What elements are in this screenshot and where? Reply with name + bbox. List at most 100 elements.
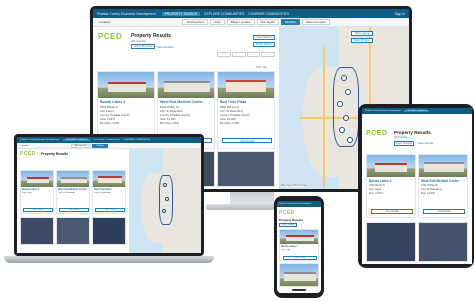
property-name[interactable]: West End Medical Center [421,179,459,183]
property-card[interactable]: Bed Time Plaza City: St Petersburg View … [92,170,126,214]
view-details-button[interactable]: View Details [222,138,272,143]
select-template-button[interactable]: Select Template [394,141,414,146]
property-name[interactable]: Bonita Lakes 4 [369,179,392,183]
save-results-link[interactable]: Save Results [157,45,173,49]
pced-logo: PCED [98,32,123,41]
view-toggle[interactable] [246,52,261,57]
pced-logo: PCED [279,210,295,216]
laptop-base [4,256,214,263]
view-details-button[interactable]: View Details [59,208,89,212]
filter-tab-4[interactable]: SiteMap [92,143,108,148]
tab-explore-communities[interactable]: EXPLORE COMMUNITIES [94,139,121,141]
results-map[interactable] [129,149,201,253]
map-pin-icon[interactable] [345,89,351,95]
top-nav: Pinellas County Economic Development PRO… [93,9,409,18]
property-name[interactable]: West End Medical Center [58,188,87,191]
property-card[interactable] [20,217,54,245]
map-pin-icon[interactable] [337,101,343,107]
save-search-button[interactable]: Save Search [253,35,275,40]
property-size: Size: 11,873 [369,192,383,195]
property-card[interactable] [418,222,468,262]
filter-bar: Location All Properties Sites Bldgs / Le… [93,18,409,27]
view-details-button[interactable]: View Details [371,209,413,214]
property-card[interactable] [92,217,126,245]
tab-compare-communities[interactable]: COMPARE COMMUNITIES [123,139,150,141]
map-pin-icon[interactable] [162,209,166,213]
property-name[interactable]: Bed Time Plaza [94,188,112,191]
property-name[interactable]: Bonita Lakes 4 [100,100,125,104]
results-count: (45 results) [131,39,147,43]
draw-polygon-button[interactable]: Draw Polygon [351,38,373,43]
top-nav: Pinellas County Economic Development PRO… [362,108,472,114]
tab-explore-communities[interactable]: EXPLORE COMMUNITIES [204,12,244,16]
filter-tab-0[interactable]: All Properties [182,19,209,25]
select-template-button[interactable]: Select Template [131,44,155,49]
property-name[interactable]: Bonita Lakes 4 [281,245,298,248]
tablet-screen: Pinellas County Economic Development PRO… [362,108,472,264]
property-city: City: Largo [369,188,382,191]
tab-compare-communities[interactable]: COMPARE COMMUNITIES [248,12,289,16]
filter-tab-5[interactable]: Sites Compare [301,19,330,25]
property-name[interactable]: Bed Time Plaza [220,100,246,104]
map-pin-icon[interactable] [347,137,353,143]
laptop-screen: Pinellas County Economic Development PRO… [17,137,201,253]
tab-property-search[interactable]: PROPERTY SEARCH [62,139,91,141]
view-details-button[interactable]: View Details [23,208,53,212]
property-card[interactable] [366,222,416,262]
property-photo [218,72,274,98]
filter-tab-0[interactable]: All Properties [70,143,91,148]
filter-tab-1[interactable]: Sites [210,19,225,25]
pced-logo: PCED [20,151,36,157]
property-city: City: Largo [281,249,291,251]
results-title: Property Results [394,130,431,135]
view-toggle[interactable] [217,52,231,57]
select-template-button[interactable]: Select Template [279,223,297,227]
property-card[interactable]: West End Medical Center City: St Petersb… [56,170,90,214]
property-card[interactable]: Bonita Lakes 4 City: Largo View Details [20,170,54,214]
property-city: City: St Petersburg [94,192,111,194]
filter-tab-2[interactable]: Bldgs / Leases [226,19,255,25]
property-card[interactable]: West End Medical Center 1620 W Bay Dr Ci… [418,154,468,218]
sign-in-link[interactable]: Sign In [395,12,405,16]
view-details-button[interactable]: View Details [95,208,125,212]
top-nav: Pinellas County Economic Development [277,201,321,207]
property-card[interactable] [217,151,275,187]
tab-property-search[interactable]: PROPERTY SEARCH [403,110,430,112]
property-address: 1620 W Bay Dr [421,184,438,187]
brand-label: Pinellas County Economic Development [97,11,156,16]
save-results-link[interactable]: Save Results [418,142,433,145]
pced-logo: PCED [366,130,388,137]
property-city: City: Largo [22,192,32,194]
sort-label[interactable]: Sort: All [256,65,266,69]
view-toggle[interactable] [261,52,275,57]
property-name[interactable]: West End Medical Center [160,100,203,104]
filter-tab-4[interactable]: SiteMap [280,19,300,25]
property-card[interactable]: Bonita Lakes 4 2001 Bonita St City: Larg… [366,154,416,218]
map-pin-icon[interactable] [341,75,347,81]
results-title: Property Results [41,152,69,156]
property-photo [158,72,214,98]
property-min-size: Min Size: 1,000 [100,121,120,125]
property-min-size: Min Size: 2,500 [160,121,180,125]
property-card[interactable]: Bonita Lakes 4 City: Largo View Details [279,229,319,261]
property-size: Size: 14,500 [421,192,435,195]
location-label: Location [99,20,111,24]
filter-tab-3[interactable]: Site Sights [256,19,279,25]
tab-property-search[interactable]: PROPERTY SEARCH [161,11,201,16]
property-card[interactable] [279,263,319,287]
map-pin-icon[interactable] [339,127,345,133]
map-pin-icon[interactable] [165,197,169,201]
view-toggle[interactable] [231,52,246,57]
map-pin-icon[interactable] [163,183,167,187]
map-legend-button[interactable]: Map Legend [351,31,373,36]
view-details-button[interactable]: View Details [283,256,317,260]
phone-screen: Pinellas County Economic Development PCE… [277,201,321,293]
property-card[interactable] [56,217,90,245]
property-name[interactable]: Bonita Lakes 4 [22,188,39,191]
view-details-button[interactable]: View Details [423,209,465,214]
reset-search-button[interactable]: Reset Search [253,42,275,47]
map-footer: Map data ©2021 Google [281,184,308,187]
property-card[interactable]: Bed Time Plaza 2800 Bld Ave N City: St P… [217,71,275,149]
map-pin-icon[interactable] [343,115,349,121]
property-min-size: Min Size: 1,200 [220,121,240,125]
